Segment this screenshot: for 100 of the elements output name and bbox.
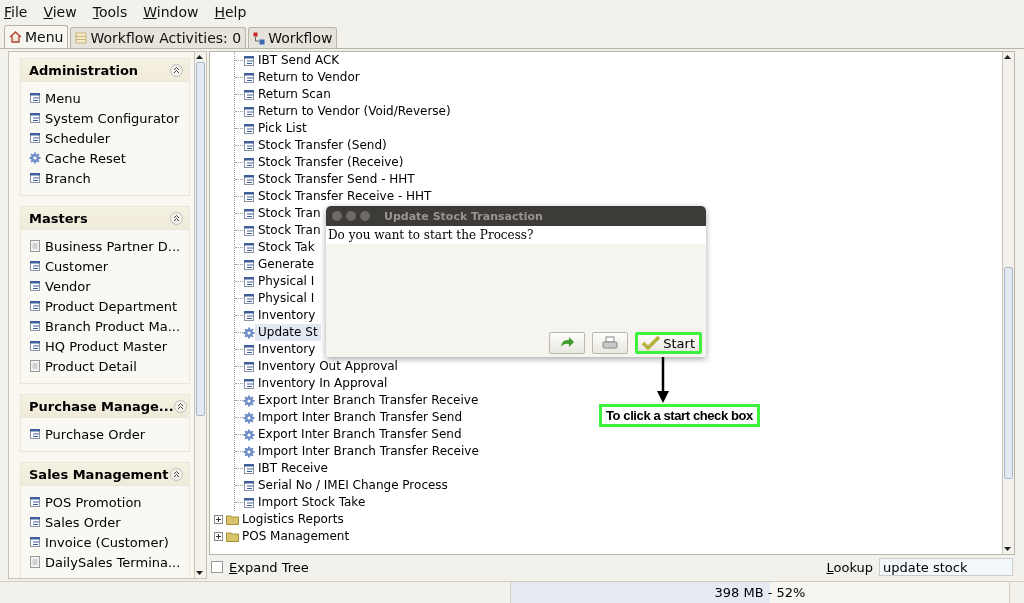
house-icon [9,31,22,43]
tree-item[interactable]: Serial No / IMEI Change Process [255,477,451,494]
form-icon [29,172,41,184]
menu-title[interactable]: File [4,4,28,20]
flow-icon [253,31,266,45]
tree-item[interactable]: Stock Transfer (Send) [255,137,390,154]
sidebar-item[interactable]: Business Partner D... [29,236,189,256]
sidebar-item[interactable]: System Configurator [29,108,189,128]
scroll-up-icon[interactable] [1003,52,1012,62]
section-title: Purchase Manage... [29,398,174,414]
checkmark-icon [642,336,661,350]
scrollbar[interactable] [1002,52,1014,554]
scrollbar[interactable] [194,52,206,578]
form-icon [243,258,255,271]
tree-item[interactable]: IBT Send ACK [255,52,343,69]
tree-item[interactable]: Import Inter Branch Transfer Receive [255,443,482,460]
form-icon [243,224,255,237]
tree-item[interactable]: Inventory Out Approval [255,358,401,375]
form-icon [29,516,41,528]
menu-title[interactable]: Tools [92,4,128,20]
tree-item[interactable]: Stock Transfer Send - HHT [255,171,418,188]
checkbox[interactable] [211,561,223,573]
gear-icon [243,394,255,407]
sidebar-item[interactable]: Scheduler [29,128,189,148]
sidebar-item[interactable]: Purchase Order [29,424,189,444]
tree-item[interactable]: Return to Vendor [255,69,363,86]
sidebar-item[interactable]: POS Promotion [29,492,189,512]
collapse-icon[interactable] [170,63,183,77]
form-icon [29,340,41,352]
scroll-down-icon[interactable] [195,568,204,578]
tree-item[interactable]: Stock Tak [255,239,318,256]
tab-label: Workflow [268,30,333,46]
menu-title[interactable]: View [43,4,77,20]
tree-item[interactable]: Inventory In Approval [255,375,391,392]
sidebar-item[interactable]: Sales Order [29,512,189,532]
tree-item[interactable]: Stock Tran [255,222,324,239]
tree-item[interactable]: Update St [255,324,321,341]
sidebar-item[interactable]: Vendor [29,276,189,296]
checkbox-label: Expand Tree [229,559,309,575]
tree-item[interactable]: Export Inter Branch Transfer Receive [255,392,482,409]
tree-item[interactable]: Return Scan [255,86,334,103]
form-icon [243,241,255,254]
tab[interactable]: Workflow Activities: 0 [70,27,247,48]
start-button[interactable]: Start [635,332,702,354]
sidebar-item[interactable]: Branch Product Ma... [29,316,189,336]
tree-item[interactable]: Inventory [255,307,319,324]
sidebar-item[interactable]: HQ Product Master [29,336,189,356]
gear-icon [243,445,255,458]
tree-item[interactable]: Return to Vendor (Void/Reverse) [255,103,454,120]
tree-item[interactable]: Physical I [255,273,318,290]
tree-item[interactable]: Stock Transfer (Receive) [255,154,407,171]
lookup-field[interactable]: update stock [879,558,1013,576]
tree-item[interactable]: Stock Transfer Receive - HHT [255,188,435,205]
sidebar-item[interactable]: Cache Reset [29,148,189,168]
expand-icon[interactable] [214,515,223,524]
sidebar-item[interactable]: Product Department [29,296,189,316]
tree-item[interactable]: Physical I [255,290,318,307]
tab[interactable]: Menu [4,25,69,48]
tree-item[interactable]: Stock Tran [255,205,324,222]
collapse-icon[interactable] [173,399,187,413]
sidebar-item[interactable]: Branch [29,168,189,188]
scroll-down-icon[interactable] [1003,544,1012,554]
lookup-label: Lookup [826,559,873,575]
expand-icon[interactable] [214,532,223,541]
sidebar-item[interactable]: Customer [29,256,189,276]
sidebar-item[interactable]: Menu [29,88,189,108]
form-icon [243,462,255,475]
form-icon [29,92,41,104]
sidebar-item[interactable]: Product Detail [29,356,189,376]
tree-item[interactable]: Import Stock Take [255,494,369,511]
redo-button[interactable] [549,332,586,354]
tree-item[interactable]: IBT Receive [255,460,331,477]
sidebar-item[interactable]: Invoice (Customer) [29,532,189,552]
folder-icon [226,531,239,542]
menu-title[interactable]: Window [143,4,199,20]
collapse-icon[interactable] [170,467,183,481]
tree-folder[interactable]: POS Management [239,528,353,545]
tree-item[interactable]: Inventory [255,341,319,358]
document-icon [29,240,41,252]
dialog-message: Do you want to start the Process? [326,226,706,244]
tree-item[interactable]: Import Inter Branch Transfer Send [255,409,466,426]
form-icon [243,292,255,305]
table-icon [75,32,88,44]
form-icon [243,54,255,67]
form-icon [29,536,41,548]
menu-title[interactable]: Help [214,4,247,20]
gear-icon [243,326,255,339]
tree-item[interactable]: Generate [255,256,318,273]
tab[interactable]: Workflow [248,27,338,48]
form-icon [243,139,255,152]
form-icon [29,320,41,332]
annotation-arrow [657,357,669,403]
collapse-icon[interactable] [170,211,183,225]
form-icon [243,360,255,373]
sidebar-item[interactable]: DailySales Termina... [29,552,189,572]
scroll-up-icon[interactable] [195,52,204,62]
document-icon [29,556,41,568]
tree-folder[interactable]: Logistics Reports [239,511,347,528]
tree-item[interactable]: Pick List [255,120,310,137]
tree-item[interactable]: Export Inter Branch Transfer Send [255,426,465,443]
